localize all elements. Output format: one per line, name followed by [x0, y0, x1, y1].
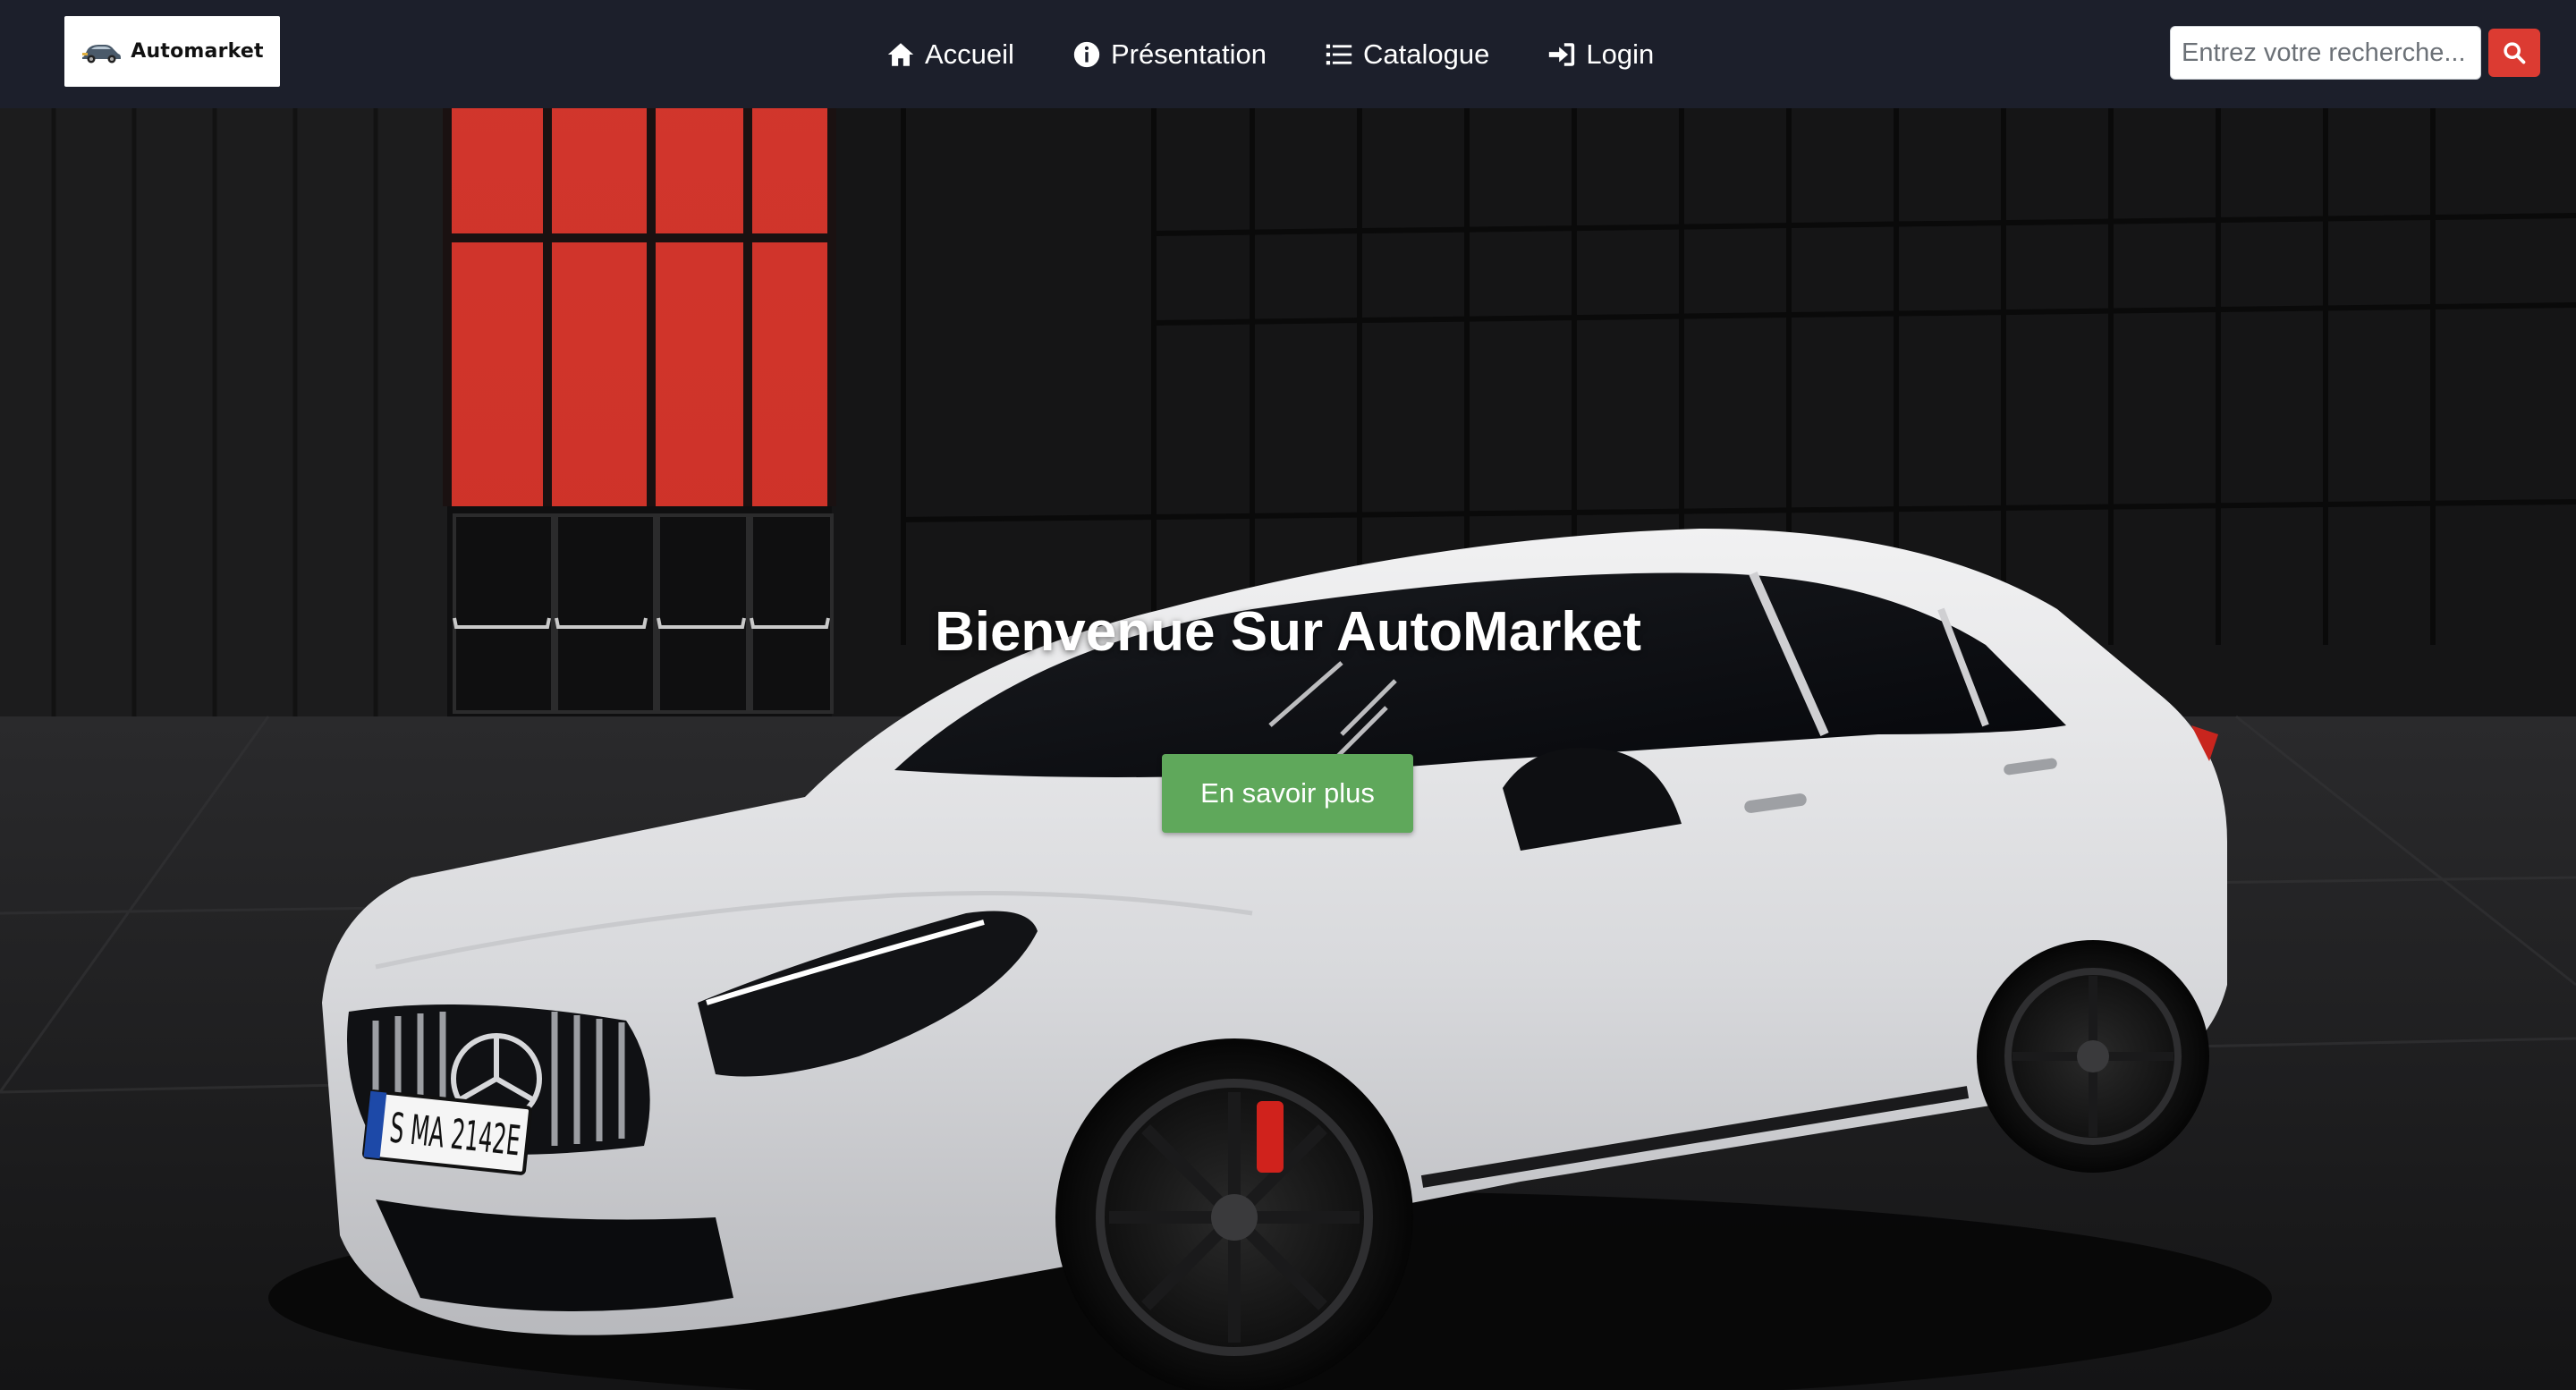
nav-item-presentation[interactable]: Présentation: [1072, 38, 1267, 71]
info-circle-icon: [1073, 41, 1100, 67]
learn-more-button[interactable]: En savoir plus: [1162, 754, 1413, 833]
nav-item-label: Accueil: [925, 38, 1014, 70]
main-nav: Accueil Présentation Catalogue Login: [886, 0, 1711, 108]
nav-item-accueil[interactable]: Accueil: [886, 38, 1014, 71]
top-navbar: Automarket Accueil Présentation Catalogu…: [0, 0, 2576, 108]
nav-item-catalogue[interactable]: Catalogue: [1324, 38, 1489, 71]
hero-title: Bienvenue Sur AutoMarket: [934, 601, 1642, 663]
hero-background-image: S MA 2142E: [0, 108, 2576, 1390]
nav-item-label: Présentation: [1110, 38, 1267, 70]
search-icon: [2504, 42, 2526, 64]
search-input[interactable]: [2170, 26, 2481, 80]
list-icon: [1326, 44, 1352, 64]
sign-in-icon: [1549, 42, 1575, 66]
hero-section: S MA 2142E Bienvenue Sur AutoMarket En s: [0, 108, 2576, 1390]
nav-item-label: Login: [1586, 38, 1655, 70]
search-form: [2170, 26, 2540, 80]
nav-item-label: Catalogue: [1363, 38, 1490, 70]
car-logo-icon: [82, 44, 122, 63]
brand-name: Automarket: [131, 40, 264, 63]
search-button[interactable]: [2488, 29, 2540, 77]
nav-item-login[interactable]: Login: [1546, 38, 1654, 71]
home-icon: [887, 42, 914, 66]
brand-logo[interactable]: Automarket: [64, 16, 280, 87]
